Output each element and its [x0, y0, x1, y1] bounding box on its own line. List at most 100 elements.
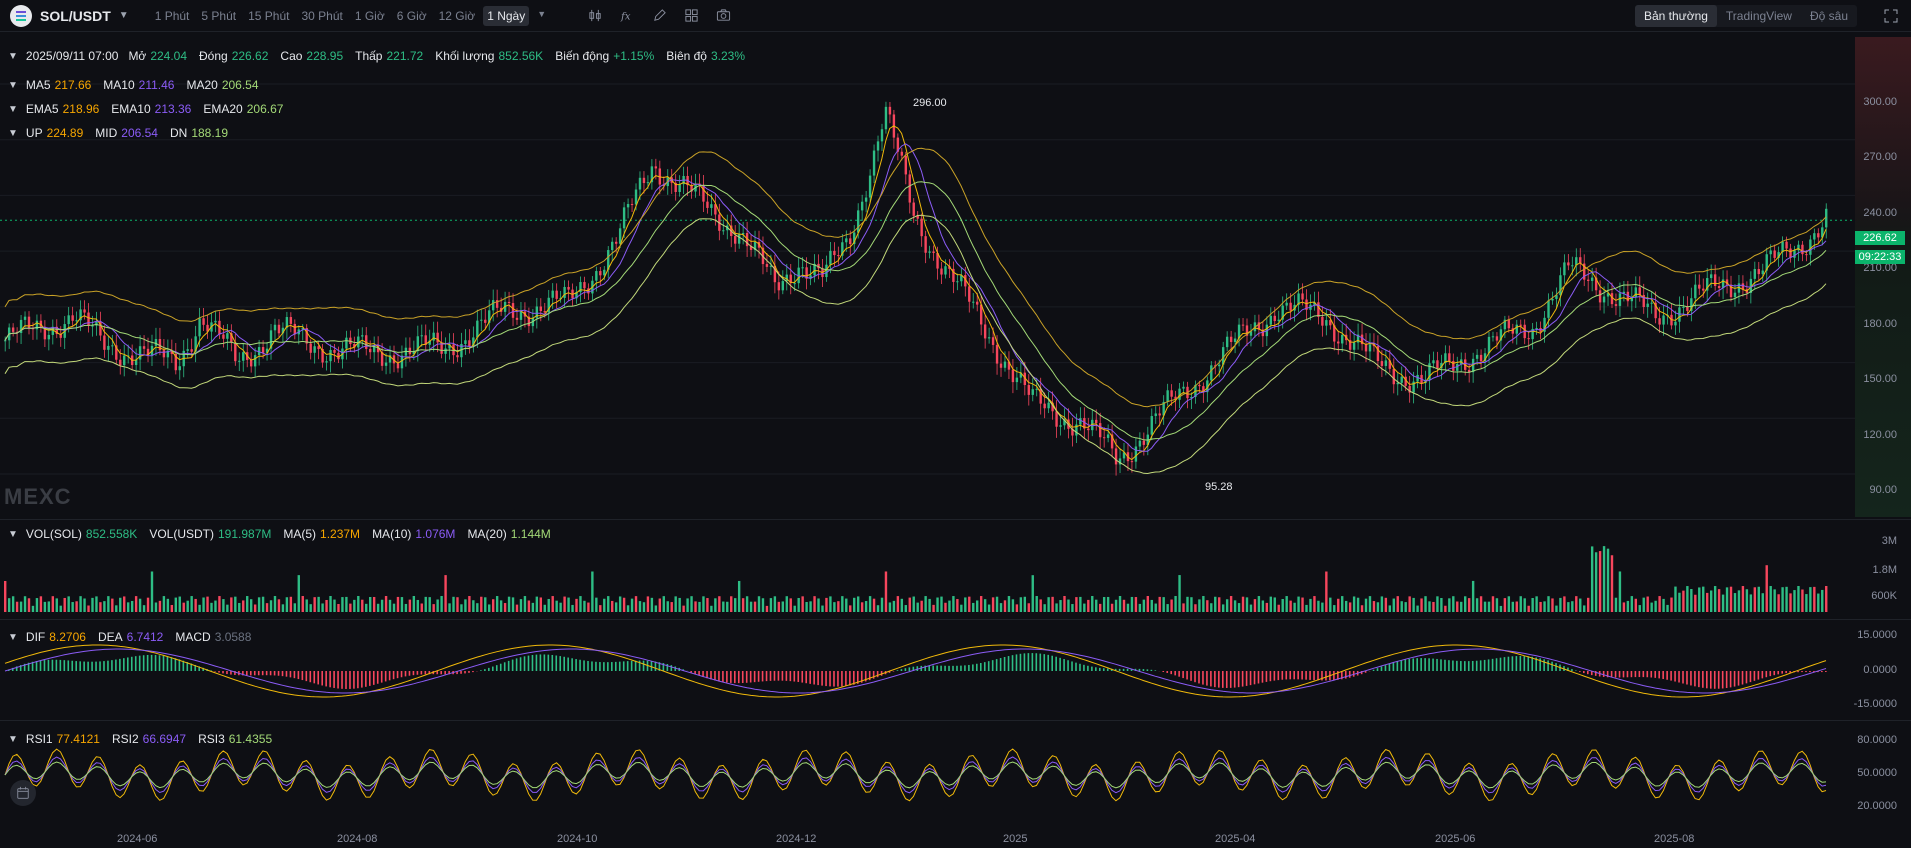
candle	[1432, 360, 1435, 364]
interval-more-icon[interactable]: ▼	[533, 6, 550, 26]
macd-bar	[1571, 669, 1573, 671]
chevron-down-icon[interactable]: ▼	[8, 51, 18, 62]
chevron-down-icon[interactable]: ▼	[8, 80, 18, 91]
volume-bar	[999, 603, 1003, 612]
kline-chart[interactable]	[0, 32, 1911, 848]
amplitude-value: 3.23%	[710, 49, 746, 63]
candle	[1400, 376, 1403, 383]
candle	[1289, 302, 1292, 311]
tab-depth[interactable]: Độ sâu	[1801, 5, 1857, 27]
macd-bar	[809, 671, 811, 684]
volume-bar	[301, 596, 304, 612]
macd-bar	[277, 671, 280, 676]
chevron-down-icon[interactable]: ▼	[8, 104, 18, 115]
pencil-icon[interactable]	[648, 6, 670, 26]
macd-bar	[1753, 671, 1756, 681]
macd-bar	[1471, 660, 1474, 671]
macd-bar	[1662, 671, 1664, 680]
volume-bar	[361, 599, 364, 612]
ema20-value: 206.67	[246, 102, 284, 116]
macd-bar	[380, 671, 383, 683]
candle	[611, 241, 614, 251]
fullscreen-icon[interactable]	[1883, 8, 1899, 24]
chevron-down-icon[interactable]: ▼	[8, 632, 18, 643]
candle	[702, 185, 705, 202]
volume-bar	[293, 603, 297, 612]
volume-bar	[1174, 596, 1177, 612]
vol-legend: ▼ VOL(SOL) 852.558K VOL(USDT) 191.987M MA(…	[8, 527, 563, 541]
volume-bar	[642, 602, 646, 612]
pair-dropdown-icon[interactable]: ▼	[119, 10, 129, 21]
macd-bar	[634, 660, 637, 671]
macd-bar	[305, 671, 308, 682]
tab-tradingview[interactable]: TradingView	[1717, 5, 1801, 27]
macd-bar	[1384, 665, 1387, 671]
macd-bar	[257, 671, 260, 676]
calendar-icon[interactable]	[10, 780, 36, 806]
volume-bar	[476, 603, 479, 612]
candle	[1269, 315, 1272, 325]
volume-bar	[503, 603, 507, 612]
interval-6h[interactable]: 6 Giờ	[393, 6, 431, 26]
macd-bar	[1198, 671, 1200, 684]
volume-bar	[249, 599, 253, 612]
volume-bar	[1622, 602, 1626, 612]
interval-30m[interactable]: 30 Phút	[297, 6, 346, 26]
volume-bar	[79, 596, 82, 612]
candle	[1694, 284, 1697, 299]
candle	[737, 234, 741, 244]
volume-bar	[273, 596, 277, 612]
pair-title[interactable]: SOL/USDT	[40, 8, 111, 24]
interval-1h[interactable]: 1 Giờ	[351, 6, 389, 26]
volume-bar	[1067, 599, 1070, 612]
candle	[67, 315, 70, 325]
macd-bar	[1297, 671, 1299, 680]
macd-bar	[1725, 671, 1728, 689]
macd-bar	[99, 661, 101, 671]
macd-bar	[904, 668, 907, 671]
macd-bar	[1388, 663, 1391, 671]
macd-bar	[813, 671, 815, 685]
candle	[484, 319, 487, 323]
volume-bar	[543, 604, 546, 612]
chevron-down-icon[interactable]: ▼	[8, 529, 18, 540]
candle	[1813, 233, 1816, 240]
chevron-down-icon[interactable]: ▼	[8, 734, 18, 745]
camera-icon[interactable]	[712, 6, 734, 26]
macd-bar	[416, 671, 419, 675]
candles-icon[interactable]	[584, 6, 606, 26]
interval-5m[interactable]: 5 Phút	[197, 6, 240, 26]
macd-bar	[1221, 671, 1224, 688]
volume-bar	[801, 596, 804, 612]
macd-bar	[749, 671, 752, 683]
volume-bar	[1420, 598, 1423, 612]
tab-standard[interactable]: Bản thường	[1634, 5, 1717, 27]
interval-12h[interactable]: 12 Giờ	[435, 6, 480, 26]
macd-bar	[587, 660, 589, 671]
volume-bar	[1483, 601, 1487, 612]
macd-bar	[158, 655, 161, 671]
macd-bar	[1404, 659, 1407, 671]
volume-bar	[1551, 598, 1554, 612]
macd-bar	[1797, 671, 1799, 673]
volume-bar	[285, 597, 289, 612]
macd-bar	[1174, 671, 1176, 676]
interval-15m[interactable]: 15 Phút	[244, 6, 293, 26]
interval-1d[interactable]: 1 Ngày	[483, 5, 530, 26]
volume-bar	[745, 596, 749, 612]
volume-bar	[246, 596, 249, 612]
macd-bar	[591, 661, 593, 671]
volume-bar	[218, 596, 221, 612]
formula-icon[interactable]: fx	[616, 6, 638, 26]
volume-bar	[1789, 593, 1792, 612]
volume-bar	[1586, 597, 1590, 612]
chevron-down-icon[interactable]: ▼	[8, 128, 18, 139]
macd-bar	[222, 671, 224, 674]
interval-1m[interactable]: 1 Phút	[151, 6, 194, 26]
high-value: 228.95	[306, 49, 344, 63]
layout-icon[interactable]	[680, 6, 702, 26]
x-axis-label: 2025-06	[1435, 833, 1476, 845]
candle	[956, 281, 959, 283]
macd-bar	[1499, 657, 1502, 671]
volume-bar	[626, 605, 630, 612]
